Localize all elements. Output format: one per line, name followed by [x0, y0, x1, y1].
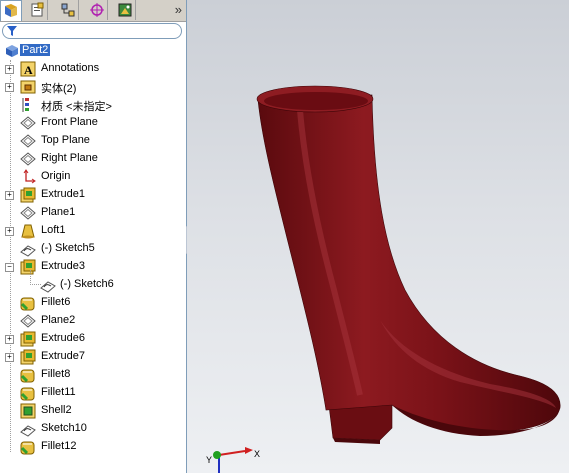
view-orientation-triad: Y X: [206, 447, 260, 473]
tree-item-label: Annotations: [41, 62, 100, 74]
tree-item-label: Origin: [41, 170, 71, 182]
tree-item-extrude6[interactable]: + Extrude6: [0, 330, 186, 348]
tree-item-label: 材质 <未指定>: [41, 101, 112, 113]
configuration-manager-icon: [61, 3, 74, 17]
tree-item-plane1[interactable]: Plane1: [0, 204, 186, 222]
tree-item-origin[interactable]: Origin: [0, 168, 186, 186]
tree-item-label: Extrude7: [41, 350, 86, 362]
tree-item-item-2[interactable]: 材质 <未指定>: [0, 96, 186, 114]
loft-icon: [20, 223, 36, 239]
expand-toggle-icon[interactable]: +: [5, 65, 14, 74]
tab-configuration-manager[interactable]: [57, 0, 79, 20]
tree-item-fillet12[interactable]: Fillet12: [0, 438, 186, 456]
fillet-icon: [20, 295, 36, 311]
tree-item-shell2[interactable]: Shell2: [0, 402, 186, 420]
property-manager-icon: [31, 2, 43, 17]
expand-toggle-icon[interactable]: +: [5, 83, 14, 92]
annotations-icon: A: [20, 61, 36, 77]
tree-item-sketch5[interactable]: (-) Sketch5: [0, 240, 186, 258]
svg-text:A: A: [24, 63, 33, 77]
fillet-icon: [20, 385, 36, 401]
material-icon: [20, 97, 36, 113]
tree-item-loft1[interactable]: + Loft1: [0, 222, 186, 240]
plane-icon: [20, 205, 36, 221]
x-axis-icon: [218, 450, 246, 456]
tree-item-label: Extrude1: [41, 188, 86, 200]
tree-item-label: 实体(2): [41, 83, 77, 95]
expand-toggle-icon[interactable]: +: [5, 227, 14, 236]
tree-item-top-plane[interactable]: Top Plane: [0, 132, 186, 150]
tree-item-sketch10[interactable]: Sketch10: [0, 420, 186, 438]
tree-item-fillet6[interactable]: Fillet6: [0, 294, 186, 312]
dimxpert-icon: [89, 3, 104, 17]
shell-icon: [20, 403, 36, 419]
tree-item-label: Plane1: [41, 206, 76, 218]
tree-item-extrude1[interactable]: + Extrude1: [0, 186, 186, 204]
triad-x-label: X: [254, 449, 260, 459]
tree-item-annotations[interactable]: + A Annotations: [0, 60, 186, 78]
tree-item-label: Front Plane: [41, 116, 98, 128]
solid-bodies-icon: [20, 79, 36, 95]
tree-item-fillet11[interactable]: Fillet11: [0, 384, 186, 402]
collapse-toggle-icon[interactable]: −: [5, 263, 14, 272]
fillet-icon: [20, 439, 36, 455]
tree-item-label: Shell2: [41, 404, 72, 416]
plane-icon: [20, 133, 36, 149]
tree-item-label: Plane2: [41, 314, 76, 326]
tree-item-plane2[interactable]: Plane2: [0, 312, 186, 330]
extrude-icon: [20, 349, 36, 365]
fillet-icon: [20, 367, 36, 383]
tree-item-label: Top Plane: [41, 134, 90, 146]
tree-item-label: Fillet11: [41, 386, 76, 398]
extrude-icon: [20, 331, 36, 347]
tree-filter-input[interactable]: [2, 23, 182, 39]
plane-icon: [20, 313, 36, 329]
tree-item-right-plane[interactable]: Right Plane: [0, 150, 186, 168]
triad-y-label: Y: [206, 455, 212, 465]
more-tabs-button[interactable]: »: [175, 2, 182, 17]
tree-item-2[interactable]: + 实体(2): [0, 78, 186, 96]
tree-item-label: Fillet12: [41, 440, 77, 452]
tree-item-sketch6[interactable]: (-) Sketch6: [0, 270, 186, 294]
feature-manager-icon: [5, 4, 17, 17]
tree-item-label: Extrude3: [41, 260, 86, 272]
boot-model[interactable]: [187, 0, 569, 473]
tree-root-label: Part2: [20, 44, 51, 56]
part-icon: [4, 43, 20, 59]
expand-toggle-icon[interactable]: +: [5, 335, 14, 344]
tree-item-label: Extrude6: [41, 332, 86, 344]
manager-tabs: »: [0, 0, 186, 22]
plane-icon: [20, 115, 36, 131]
expand-toggle-icon[interactable]: +: [5, 191, 14, 200]
tree-item-label: Right Plane: [41, 152, 98, 164]
tree-item-extrude3[interactable]: − Extrude3: [0, 258, 186, 276]
sketch-icon: [20, 421, 36, 437]
tab-dimxpert-manager[interactable]: [86, 0, 108, 20]
sketch-icon: [40, 277, 56, 293]
tab-property-manager[interactable]: [26, 0, 48, 20]
tree-item-label: (-) Sketch5: [41, 242, 95, 254]
origin-icon: [20, 169, 36, 185]
tree-item-label: Loft1: [41, 224, 66, 236]
tree-item-label: Sketch10: [41, 422, 87, 434]
tree-item-front-plane[interactable]: Front Plane: [0, 114, 186, 132]
display-manager-icon: [118, 3, 131, 17]
sketch-icon: [20, 241, 36, 257]
tree-item-fillet8[interactable]: Fillet8: [0, 366, 186, 384]
filter-icon: [7, 26, 17, 36]
tab-display-manager[interactable]: [114, 0, 136, 20]
tree-item-label: Fillet6: [41, 296, 71, 308]
y-axis-icon: [213, 451, 221, 459]
tree-item-extrude7[interactable]: + Extrude7: [0, 348, 186, 366]
tab-feature-manager[interactable]: [0, 0, 22, 21]
tree-item-label: Fillet8: [41, 368, 71, 380]
tree-root-part[interactable]: Part2: [0, 42, 186, 60]
feature-manager-panel: » Part2 + A Annotations + 实体(2) 材质 <未指定> Front …: [0, 0, 187, 473]
plane-icon: [20, 151, 36, 167]
tree-item-label: (-) Sketch6: [60, 278, 114, 290]
extrude-icon: [20, 187, 36, 203]
graphics-area[interactable]: Y X: [187, 0, 569, 473]
expand-toggle-icon[interactable]: +: [5, 353, 14, 362]
